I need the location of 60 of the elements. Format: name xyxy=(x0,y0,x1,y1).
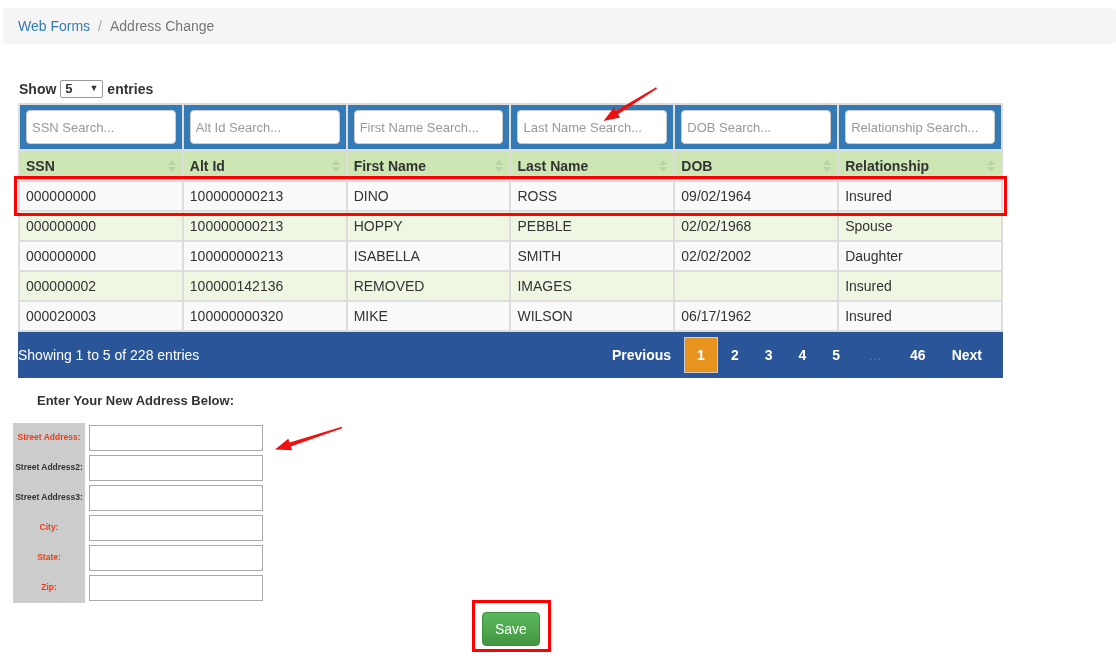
input-field[interactable] xyxy=(89,544,263,571)
search-field[interactable]: DOB Search... xyxy=(681,110,832,144)
table-cell: DINO xyxy=(346,181,511,211)
form-title: Enter Your New Address Below: xyxy=(37,392,235,410)
table-cell: 000000000 xyxy=(19,181,183,211)
input-field[interactable] xyxy=(89,454,263,481)
pagination-ellipsis: … xyxy=(867,346,884,365)
entries-select[interactable]: 5 ▼ xyxy=(60,80,104,98)
entries-info: Showing 1 to 5 of 228 entries xyxy=(18,345,200,365)
annotation-arrow xyxy=(275,426,343,451)
breadcrumb-separator: / xyxy=(98,16,102,36)
table-cell: 100000000213 xyxy=(182,241,347,271)
table-cell: MIKE xyxy=(346,301,511,331)
table-cell: Insured xyxy=(838,301,1002,331)
page-button[interactable]: 46 xyxy=(897,337,939,373)
show-label: Show xyxy=(19,79,57,99)
field-label: Zip: xyxy=(13,572,85,603)
entries-label: entries xyxy=(107,79,154,99)
table-cell: 000020003 xyxy=(19,301,183,331)
table-cell: REMOVED xyxy=(346,271,511,301)
breadcrumb-link[interactable]: Web Forms xyxy=(18,15,91,37)
search-field[interactable]: SSN Search... xyxy=(26,110,176,144)
page-button[interactable]: 2 xyxy=(717,337,752,373)
input-field[interactable] xyxy=(89,514,263,541)
pagination-button[interactable]: Next xyxy=(938,337,995,373)
table-cell: 09/02/1964 xyxy=(674,181,839,211)
field-label: State: xyxy=(13,542,85,573)
table-cell: ROSS xyxy=(510,181,675,211)
caret-icon: ▼ xyxy=(89,82,99,96)
table-cell: 100000142136 xyxy=(182,271,347,301)
annotation-arrow xyxy=(603,87,657,121)
input-field[interactable] xyxy=(89,424,263,451)
table-cell: 100000000213 xyxy=(182,181,347,211)
table-cell: 06/17/1962 xyxy=(674,301,839,331)
breadcrumb-current: Address Change xyxy=(110,16,215,36)
page-button[interactable]: 3 xyxy=(751,337,786,373)
table-cell: ISABELLA xyxy=(346,241,511,271)
table-cell: 100000000320 xyxy=(182,301,347,331)
input-field[interactable] xyxy=(89,484,263,511)
page-button[interactable]: 5 xyxy=(819,337,854,373)
field-label: Street Address3: xyxy=(13,482,85,513)
table-cell: IMAGES xyxy=(510,271,675,301)
field-label: Street Address: xyxy=(13,422,85,453)
table-cell: SMITH xyxy=(510,241,675,271)
search-field[interactable]: First Name Search... xyxy=(353,110,504,144)
table-cell: Insured xyxy=(838,271,1002,301)
field-label: City: xyxy=(13,512,85,543)
table-cell: Daughter xyxy=(838,241,1002,271)
search-field[interactable]: Last Name Search... xyxy=(517,110,668,144)
table-cell: WILSON xyxy=(510,301,675,331)
table-cell: 02/02/2002 xyxy=(674,241,839,271)
table-cell: 000000000 xyxy=(19,241,183,271)
table-cell: Insured xyxy=(838,181,1002,211)
pagination-button[interactable]: Previous xyxy=(598,337,685,373)
field-label: Street Address2: xyxy=(13,452,85,483)
page-button[interactable]: 4 xyxy=(785,337,820,373)
input-field[interactable] xyxy=(89,574,263,601)
search-field[interactable]: Relationship Search... xyxy=(845,110,995,144)
table-cell: 000000002 xyxy=(19,271,183,301)
search-field[interactable]: Alt Id Search... xyxy=(189,110,340,144)
